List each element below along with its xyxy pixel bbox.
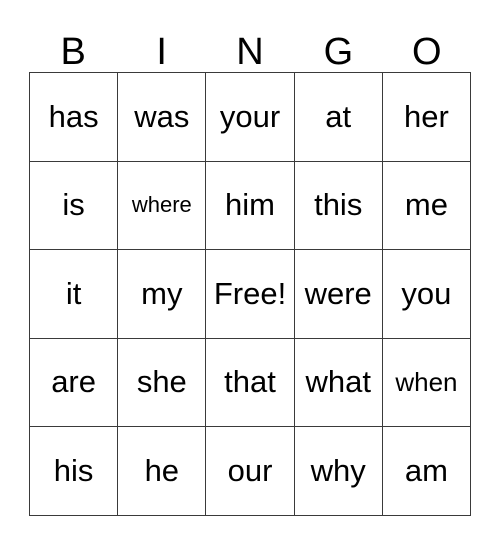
bingo-cell-word: what [305, 364, 371, 400]
bingo-cell-word: it [65, 275, 82, 311]
bingo-cell[interactable]: it [30, 250, 119, 339]
bingo-cell-word: he [144, 452, 180, 488]
bingo-cell[interactable]: at [294, 73, 383, 162]
bingo-cell-word: has [48, 98, 99, 134]
bingo-header-row: BINGO [29, 20, 471, 72]
bingo-cell[interactable]: our [206, 427, 295, 516]
bingo-cell[interactable]: why [294, 427, 383, 516]
bingo-cell[interactable]: is [30, 161, 119, 250]
bingo-header-letter-i: I [156, 31, 167, 73]
bingo-cell-word: why [310, 452, 366, 488]
bingo-cell[interactable]: his [30, 427, 119, 516]
bingo-cell-word: was [134, 98, 190, 134]
bingo-cell[interactable]: me [382, 161, 472, 250]
bingo-card: B I N G O has was your at her is where him this me it m… [29, 20, 472, 516]
bingo-cell[interactable]: was [118, 73, 207, 162]
bingo-cell[interactable]: her [382, 73, 472, 162]
bingo-cell-word: that [224, 364, 276, 400]
bingo-cell-word: when [395, 367, 458, 398]
bingo-cell-word: am [404, 452, 448, 488]
bingo-cell-word: where [131, 192, 192, 218]
bingo-cell[interactable]: am [382, 427, 472, 516]
bingo-grid-row: has was your at her [30, 73, 472, 162]
bingo-header-letter-n: N [236, 31, 264, 73]
bingo-cell-word: is [62, 187, 85, 223]
bingo-grid-row: are she that what when [30, 338, 472, 427]
bingo-cell-word: she [136, 364, 187, 400]
bingo-cell-word: my [141, 275, 183, 311]
bingo-cell-word: me [404, 187, 448, 223]
bingo-header-letter-b: B [60, 31, 86, 73]
bingo-cell[interactable]: this [294, 161, 383, 250]
bingo-cell-word: her [404, 98, 449, 134]
bingo-cell[interactable]: were [294, 250, 383, 339]
bingo-cell[interactable]: he [118, 427, 207, 516]
bingo-cell-word: our [227, 452, 273, 488]
bingo-cell[interactable]: she [118, 338, 207, 427]
bingo-cell-word: your [219, 98, 281, 134]
bingo-cell-word: at [325, 98, 352, 134]
bingo-free-cell[interactable]: Free! [206, 250, 295, 339]
bingo-cell[interactable]: are [30, 338, 119, 427]
bingo-cell-word: Free! [213, 275, 287, 311]
bingo-cell[interactable]: my [118, 250, 207, 339]
bingo-cell[interactable]: you [382, 250, 472, 339]
bingo-cell[interactable]: what [294, 338, 383, 427]
bingo-grid-row: it my Free! were you [30, 250, 472, 339]
bingo-cell[interactable]: when [382, 338, 472, 427]
bingo-cell-word: are [51, 364, 96, 400]
bingo-cell[interactable]: where [118, 161, 207, 250]
bingo-cell[interactable]: your [206, 73, 295, 162]
bingo-header-letter-g: G [323, 31, 354, 73]
bingo-cell-word: his [53, 452, 94, 488]
bingo-cell[interactable]: that [206, 338, 295, 427]
bingo-cell[interactable]: him [206, 161, 295, 250]
bingo-cell[interactable]: has [30, 73, 119, 162]
bingo-header-letter-o: O [412, 31, 442, 73]
bingo-cell-word: him [225, 187, 275, 223]
bingo-cell-word: you [401, 275, 452, 311]
bingo-cell-word: were [304, 275, 372, 311]
bingo-grid-row: his he our why am [30, 427, 472, 516]
bingo-grid: has was your at her is where him this me it my Free!… [29, 72, 472, 516]
bingo-cell-word: this [314, 187, 363, 223]
bingo-grid-row: is where him this me [30, 161, 472, 250]
